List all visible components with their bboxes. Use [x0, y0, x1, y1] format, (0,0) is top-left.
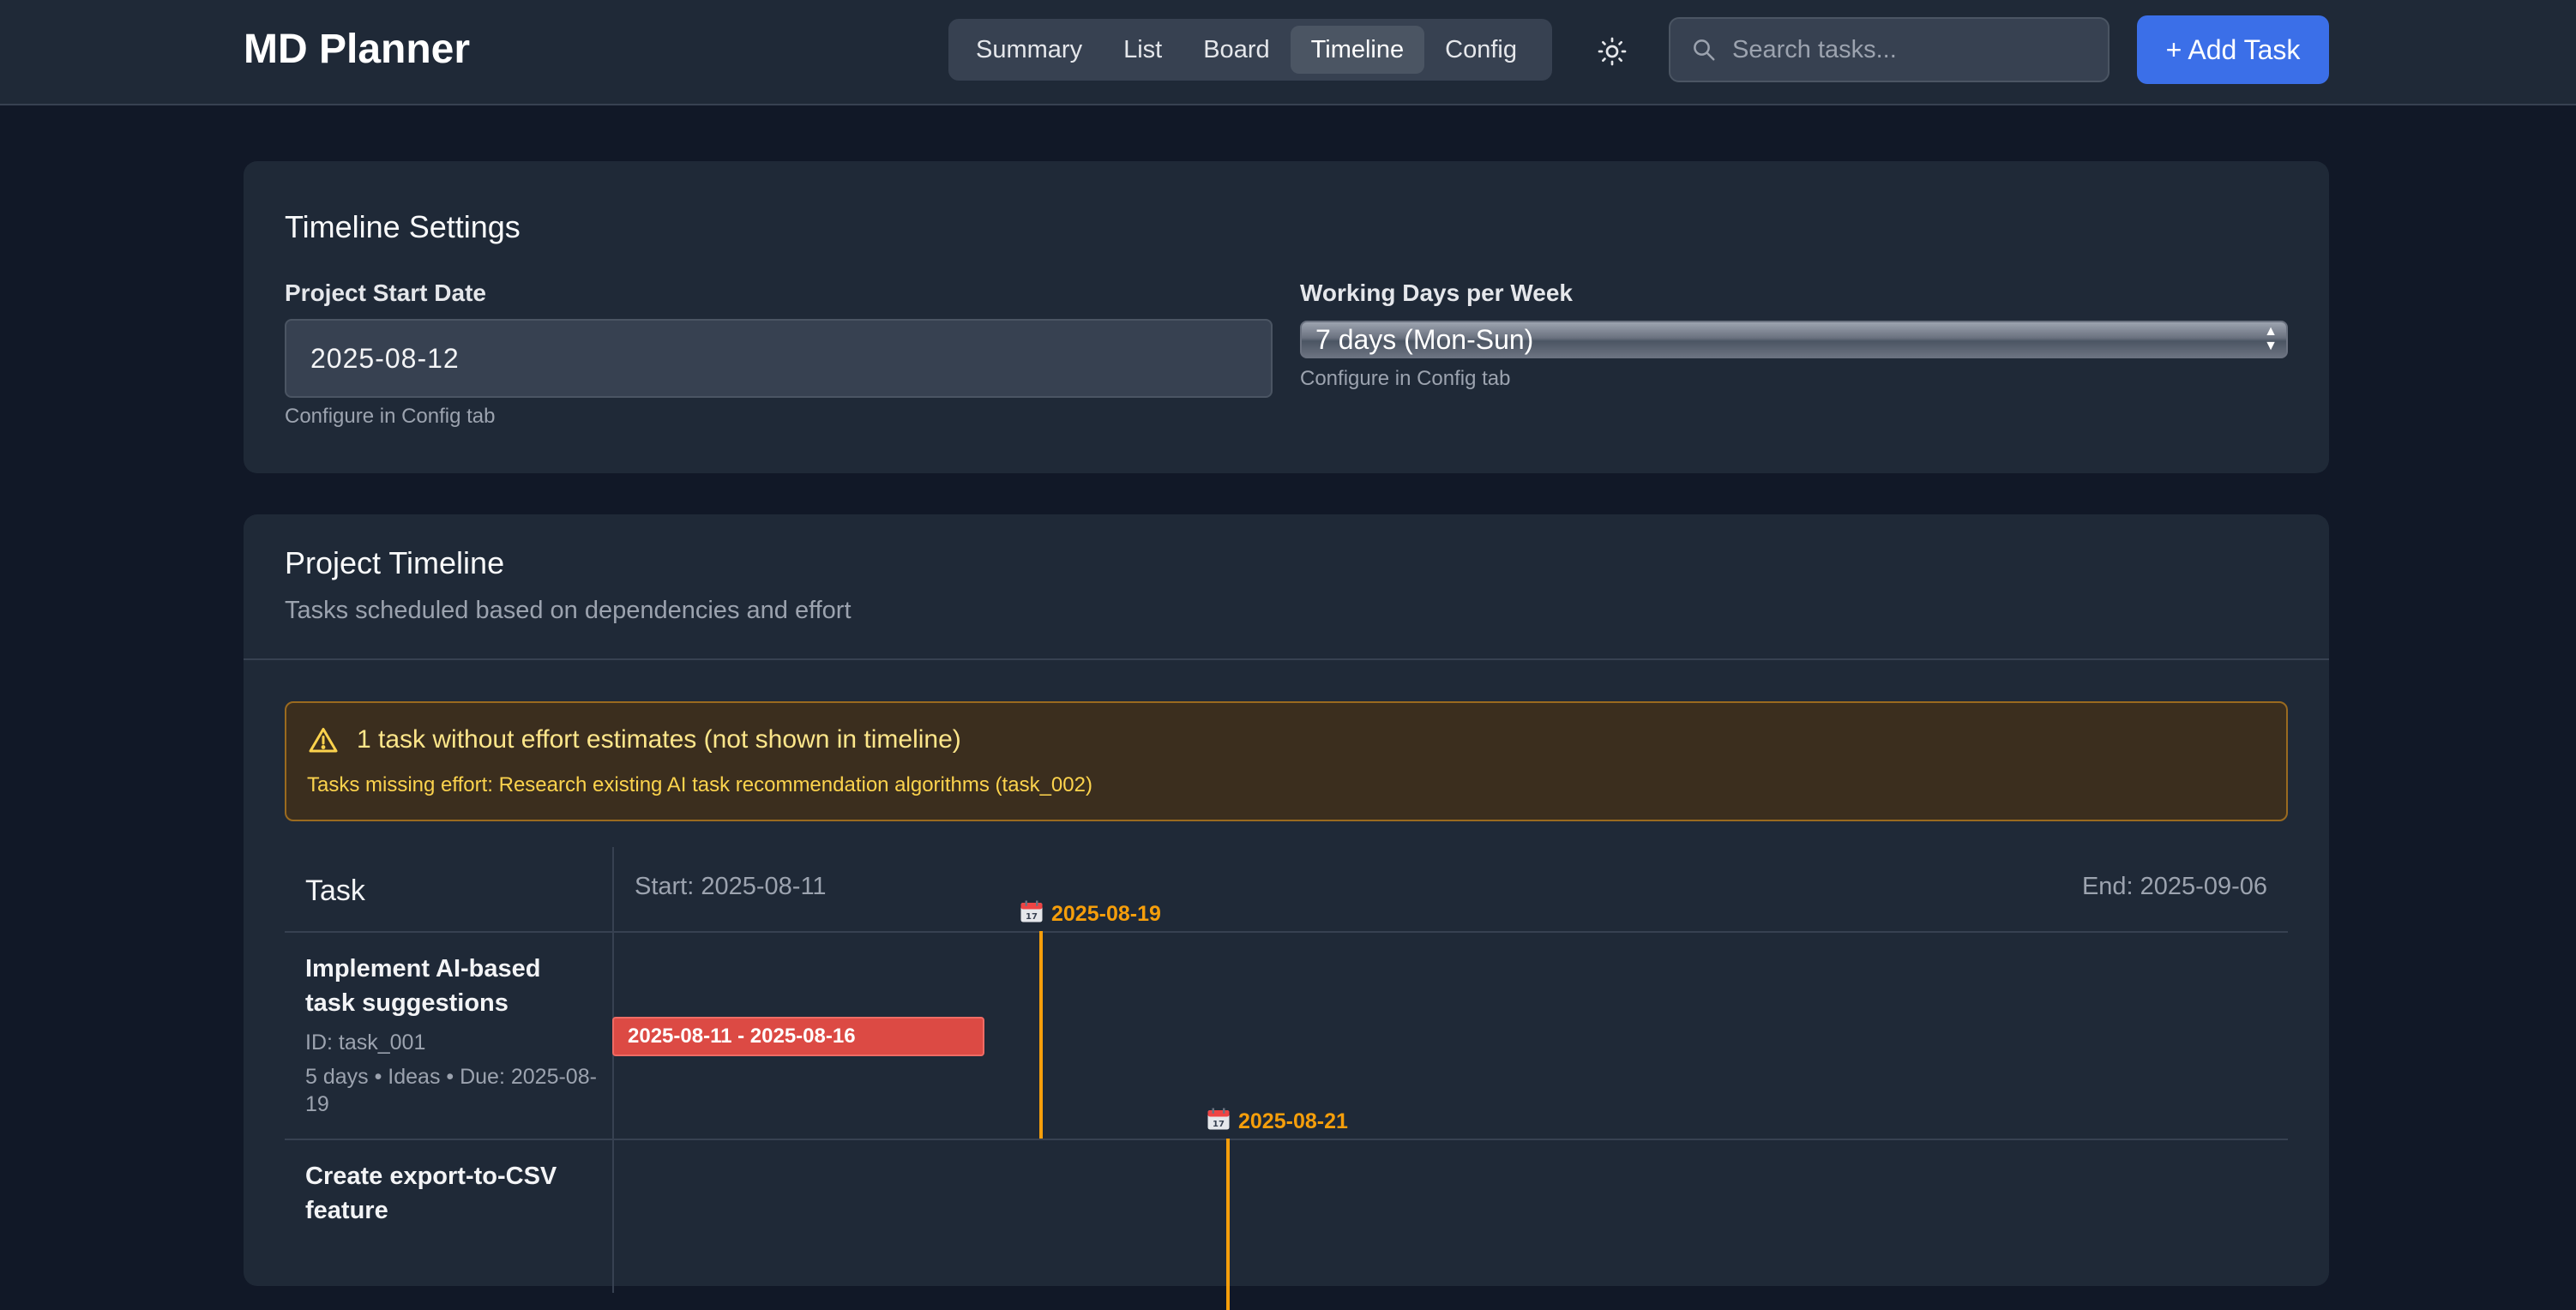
tab-timeline[interactable]: Timeline	[1290, 26, 1425, 74]
due-marker-label: 17 2025-08-19	[1019, 898, 1161, 930]
select-arrows-icon: ▲ ▼	[2264, 324, 2278, 353]
add-task-button[interactable]: + Add Task	[2137, 15, 2329, 84]
search-box	[1669, 17, 2110, 82]
warning-icon	[309, 728, 338, 753]
tab-list[interactable]: List	[1103, 26, 1183, 74]
due-marker-line	[1039, 931, 1043, 1139]
task-name[interactable]: Implement AI-based task suggestions	[305, 952, 597, 1020]
tab-summary[interactable]: Summary	[955, 26, 1103, 74]
due-date-text: 2025-08-19	[1051, 902, 1161, 926]
warning-text: Tasks missing effort: Research existing …	[307, 773, 1092, 796]
start-date-label: Project Start Date	[285, 279, 486, 306]
divider	[244, 658, 2329, 660]
task-bar[interactable]: 2025-08-11 - 2025-08-16	[612, 1017, 984, 1056]
working-days-value: 7 days (Mon-Sun)	[1315, 323, 1534, 355]
tab-config[interactable]: Config	[1424, 26, 1538, 74]
search-input[interactable]	[1732, 35, 2092, 64]
sun-icon	[1598, 37, 1627, 66]
calendar-icon: 17	[1206, 1106, 1231, 1138]
task-name[interactable]: Create export-to-CSV feature	[305, 1159, 597, 1228]
timeline-end-label: End: 2025-09-06	[2081, 873, 2267, 900]
app-logo: MD Planner	[244, 27, 471, 72]
search-icon	[1694, 39, 1715, 61]
svg-text:17: 17	[1026, 912, 1038, 922]
timeline-subtitle: Tasks scheduled based on dependencies an…	[285, 597, 852, 624]
row-divider	[285, 931, 2288, 933]
due-marker-line	[1226, 1139, 1230, 1310]
start-date-hint: Configure in Config tab	[285, 405, 496, 428]
working-days-hint: Configure in Config tab	[1300, 367, 1511, 390]
tab-board[interactable]: Board	[1183, 26, 1290, 74]
task-column-divider	[612, 847, 614, 1293]
task-id: ID: task_001	[305, 1031, 426, 1055]
app-header: MD Planner Summary List Board Timeline C…	[0, 0, 2576, 105]
settings-title: Timeline Settings	[285, 209, 521, 244]
timeline-settings-card: Timeline Settings Project Start Date Con…	[244, 161, 2329, 473]
due-marker-label: 17 2025-08-21	[1206, 1106, 1348, 1138]
missing-effort-warning: 1 task without effort estimates (not sho…	[285, 701, 2288, 821]
svg-text:17: 17	[1213, 1120, 1225, 1129]
task-meta: 5 days • Ideas • Due: 2025-08-19	[305, 1065, 597, 1116]
due-date-text: 2025-08-21	[1238, 1109, 1348, 1133]
view-tabs: Summary List Board Timeline Config	[948, 19, 1552, 81]
working-days-select[interactable]: 7 days (Mon-Sun) ▲ ▼	[1300, 321, 2288, 358]
task-column-header: Task	[305, 874, 365, 907]
timeline-start-label: Start: 2025-08-11	[635, 873, 827, 900]
working-days-label: Working Days per Week	[1300, 279, 1573, 306]
row-divider	[285, 1139, 2288, 1140]
warning-title: 1 task without effort estimates (not sho…	[357, 725, 961, 754]
theme-toggle-button[interactable]	[1592, 31, 1633, 72]
project-timeline-card: Project Timeline Tasks scheduled based o…	[244, 514, 2329, 1310]
gantt-chart: Task Start: 2025-08-11 End: 2025-09-06 I…	[285, 847, 2288, 1310]
calendar-icon: 17	[1019, 898, 1044, 930]
start-date-input[interactable]	[285, 319, 1273, 398]
timeline-title: Project Timeline	[285, 545, 505, 580]
